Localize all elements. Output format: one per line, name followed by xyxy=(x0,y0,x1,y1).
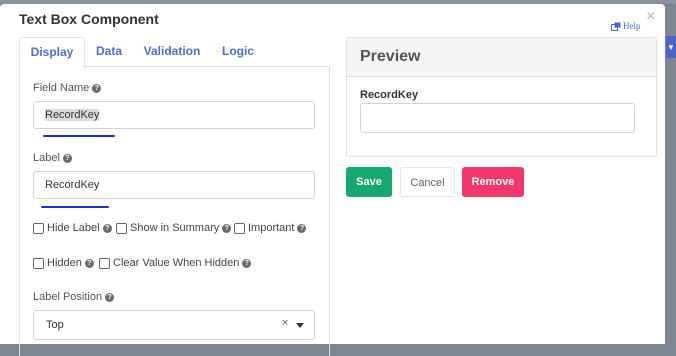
question-icon[interactable]: ? xyxy=(297,223,307,233)
help-label: Help xyxy=(623,21,641,31)
remove-button[interactable]: Remove xyxy=(462,167,524,197)
checkbox-box[interactable] xyxy=(99,257,110,269)
tab-data[interactable]: Data xyxy=(87,37,131,67)
checkbox-box[interactable] xyxy=(116,222,127,234)
field-name-underline xyxy=(43,135,115,137)
field-name-label: Field Name ? xyxy=(33,82,102,94)
tab-logic[interactable]: Logic xyxy=(215,37,261,67)
question-icon[interactable]: ? xyxy=(242,258,252,268)
show-in-summary-checkbox[interactable]: Show in Summary ? xyxy=(116,222,232,234)
field-name-value: RecordKey xyxy=(45,109,100,121)
show-in-summary-text: Show in Summary xyxy=(130,222,220,234)
question-icon[interactable]: ? xyxy=(222,223,232,233)
question-icon[interactable]: ? xyxy=(92,83,102,93)
label-label: Label ? xyxy=(33,152,72,164)
clear-value-when-hidden-checkbox[interactable]: Clear Value When Hidden ? xyxy=(99,257,252,269)
external-link-icon xyxy=(611,22,621,31)
tab-validation[interactable]: Validation xyxy=(137,37,207,67)
field-name-label-text: Field Name xyxy=(33,82,90,94)
important-text: Important xyxy=(248,222,295,234)
background-dropdown-tab: ▾ xyxy=(666,36,676,58)
dialog-title: Text Box Component xyxy=(19,11,159,27)
save-button[interactable]: Save xyxy=(346,167,392,197)
hidden-checkbox[interactable]: Hidden ? xyxy=(33,257,94,269)
chevron-down-icon[interactable] xyxy=(296,323,304,328)
text-box-component-dialog: Text Box Component × Help Display Data V… xyxy=(0,4,665,356)
question-icon[interactable]: ? xyxy=(105,292,115,302)
label-underline xyxy=(41,206,109,208)
label-position-select[interactable]: Top xyxy=(33,310,315,340)
cancel-button[interactable]: Cancel xyxy=(400,167,455,197)
field-name-input[interactable]: RecordKey xyxy=(33,101,315,129)
clear-icon[interactable]: × xyxy=(282,317,288,329)
help-link[interactable]: Help xyxy=(611,21,641,31)
hide-label-text: Hide Label xyxy=(47,222,100,234)
hide-label-checkbox[interactable]: Hide Label ? xyxy=(33,222,112,234)
clear-value-when-hidden-text: Clear Value When Hidden xyxy=(113,257,240,269)
checkbox-box[interactable] xyxy=(33,222,44,234)
tab-bar: Display Data Validation Logic xyxy=(19,37,329,69)
close-icon[interactable]: × xyxy=(646,9,655,25)
question-icon[interactable]: ? xyxy=(62,153,72,163)
important-checkbox[interactable]: Important ? xyxy=(234,222,307,234)
label-label-text: Label xyxy=(33,152,60,164)
label-position-label-text: Label Position xyxy=(33,291,103,303)
question-icon[interactable]: ? xyxy=(102,223,112,233)
tab-display[interactable]: Display xyxy=(19,37,85,69)
label-position-value: Top xyxy=(46,319,64,331)
label-value: RecordKey xyxy=(45,179,100,191)
preview-title: Preview xyxy=(347,38,656,77)
checkbox-box[interactable] xyxy=(33,257,44,269)
label-input[interactable]: RecordKey xyxy=(33,171,315,199)
question-icon[interactable]: ? xyxy=(84,258,94,268)
preview-field-input[interactable] xyxy=(360,103,635,133)
label-position-label: Label Position ? xyxy=(33,291,115,303)
preview-field-label: RecordKey xyxy=(360,89,419,101)
checkbox-box[interactable] xyxy=(234,222,245,234)
hidden-text: Hidden xyxy=(47,257,82,269)
preview-panel: Preview RecordKey xyxy=(346,37,657,157)
